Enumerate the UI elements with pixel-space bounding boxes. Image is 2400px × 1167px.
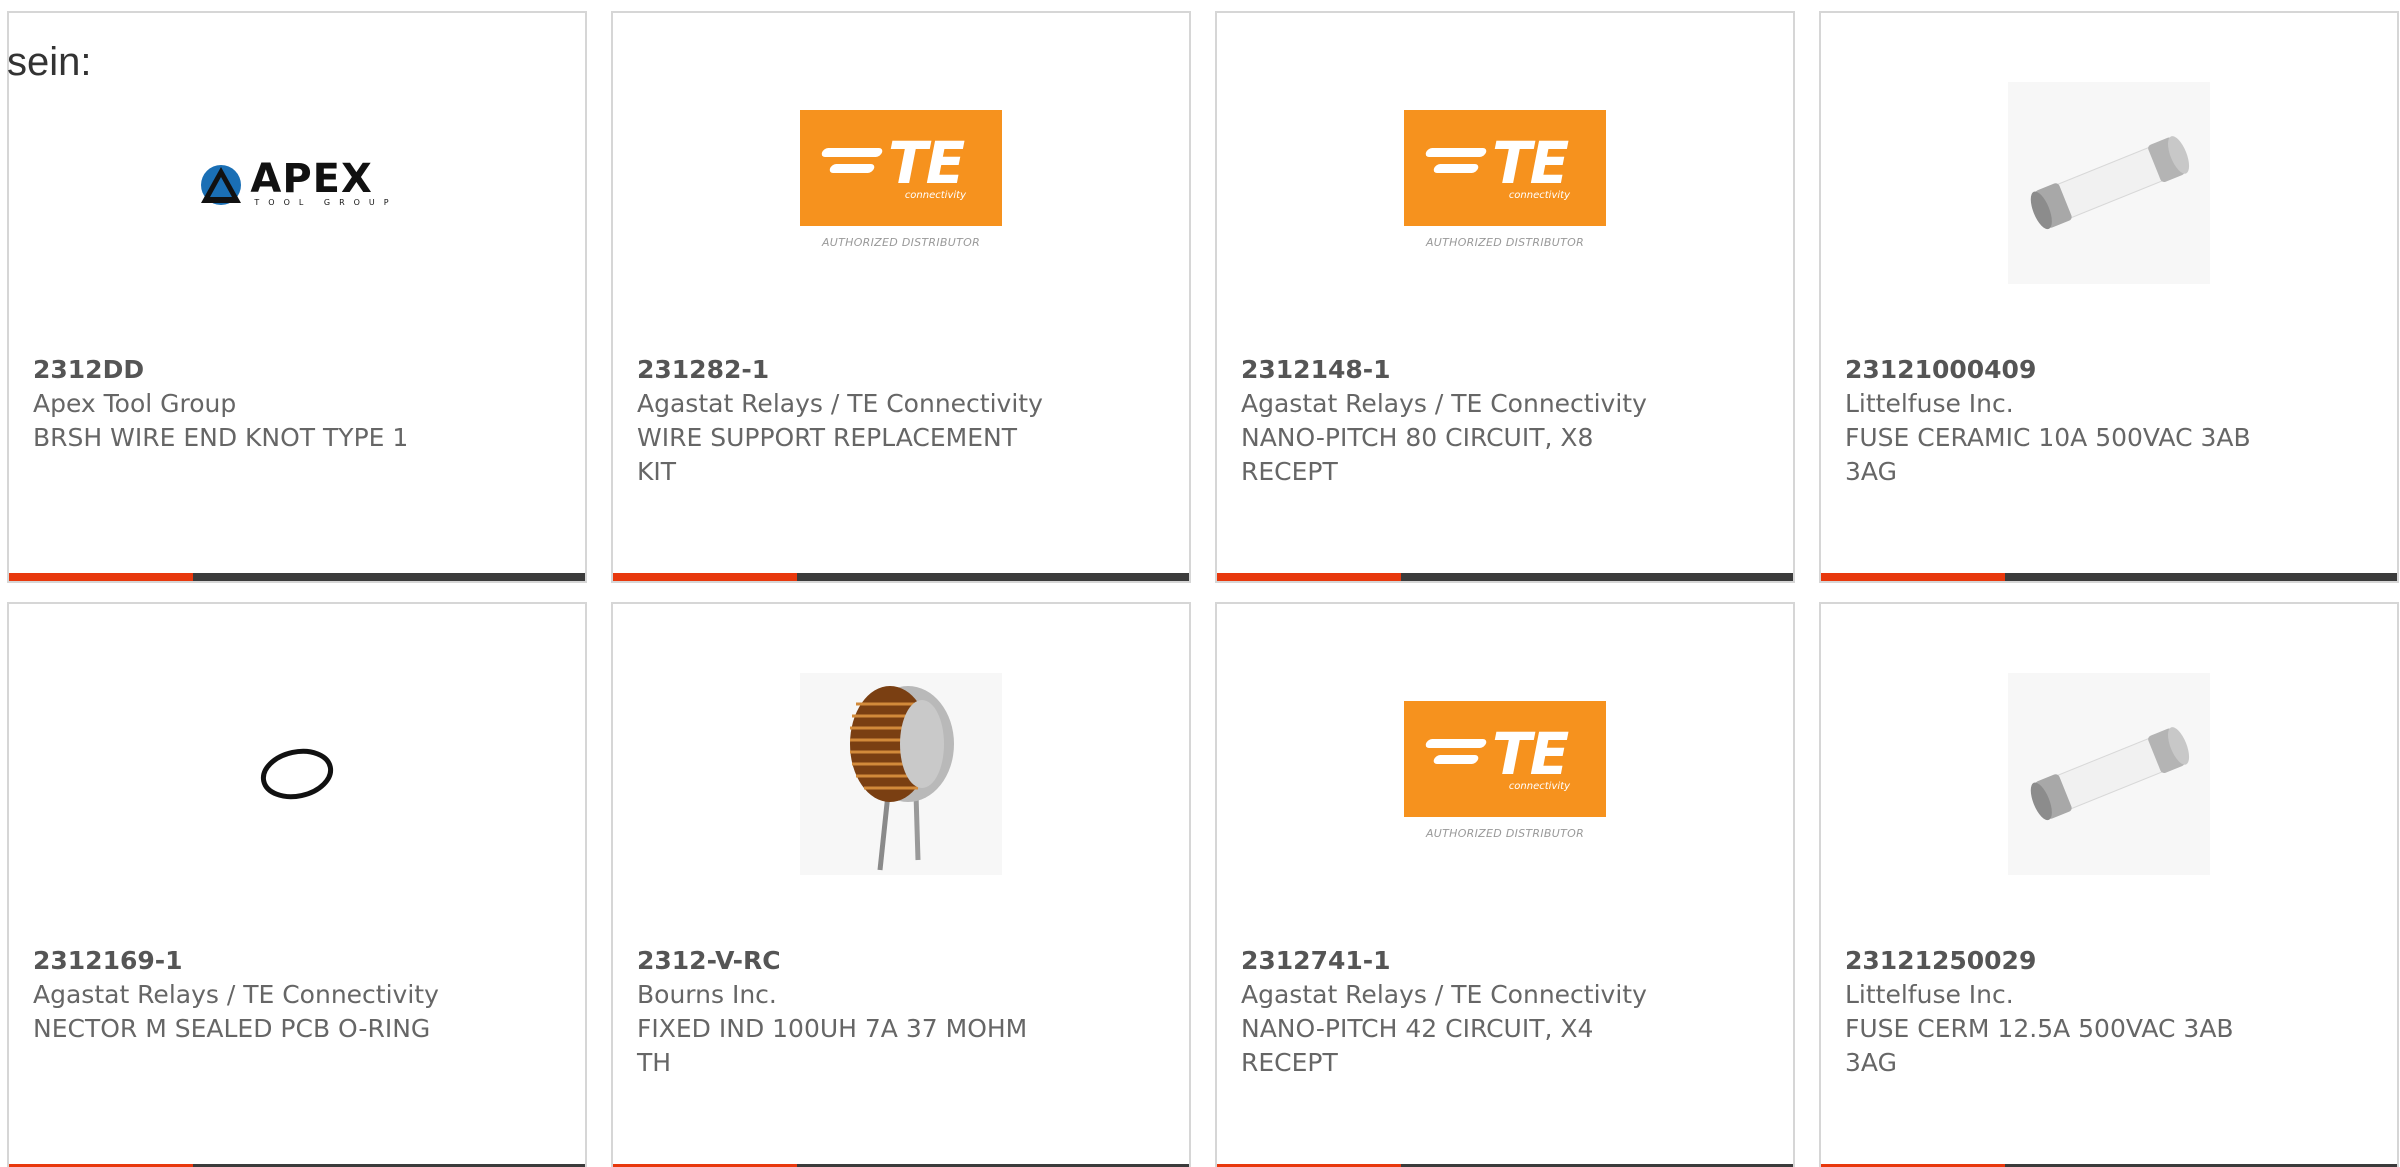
apex-tool-group-logo: APEX TOOL GROUP bbox=[196, 155, 398, 207]
te-connectivity-logo: TE connectivity AUTHORIZED DISTRIBUTOR bbox=[1404, 701, 1606, 847]
description: NECTOR M SEALED PCB O-RING bbox=[33, 1014, 431, 1043]
manufacturer: Littelfuse Inc. bbox=[1845, 389, 2014, 418]
inductor-photo bbox=[800, 673, 1002, 875]
product-card[interactable]: 23121000409 Littelfuse Inc. FUSE CERAMIC… bbox=[1819, 11, 2399, 583]
fuse-icon bbox=[2030, 727, 2190, 821]
te-connectivity-logo: TE connectivity AUTHORIZED DISTRIBUTOR bbox=[800, 110, 1002, 256]
part-number[interactable]: 2312DD bbox=[33, 353, 445, 387]
te-logo-tag: connectivity bbox=[1508, 781, 1570, 792]
authorized-distributor-label: AUTHORIZED DISTRIBUTOR bbox=[821, 236, 981, 249]
part-number[interactable]: 23121000409 bbox=[1845, 353, 2257, 387]
inductor-icon bbox=[850, 686, 954, 871]
manufacturer: Littelfuse Inc. bbox=[1845, 980, 2014, 1009]
te-logo-tag: connectivity bbox=[1508, 190, 1570, 201]
description: FIXED IND 100UH 7A 37 MOHM TH bbox=[637, 1014, 1028, 1077]
part-number[interactable]: 2312-V-RC bbox=[637, 944, 1049, 978]
product-image bbox=[1821, 73, 2397, 293]
card-footer-accent bbox=[613, 573, 797, 581]
fuse-photo bbox=[2008, 673, 2210, 875]
manufacturer: Bourns Inc. bbox=[637, 980, 777, 1009]
authorized-distributor-label: AUTHORIZED DISTRIBUTOR bbox=[1425, 236, 1585, 249]
product-image: TE connectivity AUTHORIZED DISTRIBUTOR bbox=[1217, 664, 1793, 884]
card-footer-bar bbox=[1217, 573, 1793, 581]
authorized-distributor-label: AUTHORIZED DISTRIBUTOR bbox=[1425, 827, 1585, 840]
product-card[interactable]: 2312-V-RC Bourns Inc. FIXED IND 100UH 7A… bbox=[611, 602, 1191, 1167]
description: FUSE CERM 12.5A 500VAC 3AB 3AG bbox=[1845, 1014, 2234, 1077]
manufacturer: Agastat Relays / TE Connectivity bbox=[33, 980, 439, 1009]
intro-text: sein: bbox=[7, 40, 92, 84]
product-grid: APEX TOOL GROUP 2312DD Apex Tool Group B… bbox=[7, 11, 2399, 1167]
o-ring-icon bbox=[260, 748, 334, 800]
product-card[interactable]: TE connectivity AUTHORIZED DISTRIBUTOR 2… bbox=[1215, 602, 1795, 1167]
product-grid-page: sein: APEX TOOL GROUP 2312DD Apex Tool G… bbox=[0, 0, 2400, 1167]
product-image: TE connectivity AUTHORIZED DISTRIBUTOR bbox=[1217, 73, 1793, 293]
apex-logo-word: APEX bbox=[250, 155, 373, 202]
product-image bbox=[613, 664, 1189, 884]
description: FUSE CERAMIC 10A 500VAC 3AB 3AG bbox=[1845, 423, 2251, 486]
description: NANO-PITCH 42 CIRCUIT, X4 RECEPT bbox=[1241, 1014, 1594, 1077]
part-number[interactable]: 2312741-1 bbox=[1241, 944, 1653, 978]
apex-triangle-icon bbox=[201, 165, 242, 205]
manufacturer: Agastat Relays / TE Connectivity bbox=[1241, 389, 1647, 418]
manufacturer: Agastat Relays / TE Connectivity bbox=[1241, 980, 1647, 1009]
description: WIRE SUPPORT REPLACEMENT KIT bbox=[637, 423, 1017, 486]
manufacturer: Agastat Relays / TE Connectivity bbox=[637, 389, 1043, 418]
part-number[interactable]: 231282-1 bbox=[637, 353, 1049, 387]
product-card[interactable]: TE connectivity AUTHORIZED DISTRIBUTOR 2… bbox=[611, 11, 1191, 583]
product-card[interactable]: APEX TOOL GROUP 2312DD Apex Tool Group B… bbox=[7, 11, 587, 583]
fuse-photo bbox=[2008, 82, 2210, 284]
product-image bbox=[9, 664, 585, 884]
te-connectivity-logo: TE connectivity AUTHORIZED DISTRIBUTOR bbox=[1404, 110, 1606, 256]
card-footer-accent bbox=[1821, 573, 2005, 581]
part-number[interactable]: 2312169-1 bbox=[33, 944, 445, 978]
card-footer-bar bbox=[1821, 573, 2397, 581]
card-footer-accent bbox=[9, 573, 193, 581]
manufacturer: Apex Tool Group bbox=[33, 389, 237, 418]
product-card[interactable]: TE connectivity AUTHORIZED DISTRIBUTOR 2… bbox=[1215, 11, 1795, 583]
te-logo-tag: connectivity bbox=[904, 190, 966, 201]
part-number[interactable]: 2312148-1 bbox=[1241, 353, 1653, 387]
product-card[interactable]: 2312169-1 Agastat Relays / TE Connectivi… bbox=[7, 602, 587, 1167]
product-image: APEX TOOL GROUP bbox=[9, 73, 585, 293]
te-logo-letters: TE bbox=[888, 129, 965, 197]
card-footer-bar bbox=[9, 573, 585, 581]
product-card[interactable]: 23121250029 Littelfuse Inc. FUSE CERM 12… bbox=[1819, 602, 2399, 1167]
product-image bbox=[1821, 664, 2397, 884]
card-footer-bar bbox=[613, 573, 1189, 581]
part-number[interactable]: 23121250029 bbox=[1845, 944, 2257, 978]
fuse-icon bbox=[2030, 136, 2190, 230]
product-image: TE connectivity AUTHORIZED DISTRIBUTOR bbox=[613, 73, 1189, 293]
te-logo-letters: TE bbox=[1492, 129, 1569, 197]
card-footer-accent bbox=[1217, 573, 1401, 581]
description: NANO-PITCH 80 CIRCUIT, X8 RECEPT bbox=[1241, 423, 1594, 486]
apex-logo-sub: TOOL GROUP bbox=[254, 197, 398, 207]
description: BRSH WIRE END KNOT TYPE 1 bbox=[33, 423, 409, 452]
te-logo-letters: TE bbox=[1492, 720, 1569, 788]
